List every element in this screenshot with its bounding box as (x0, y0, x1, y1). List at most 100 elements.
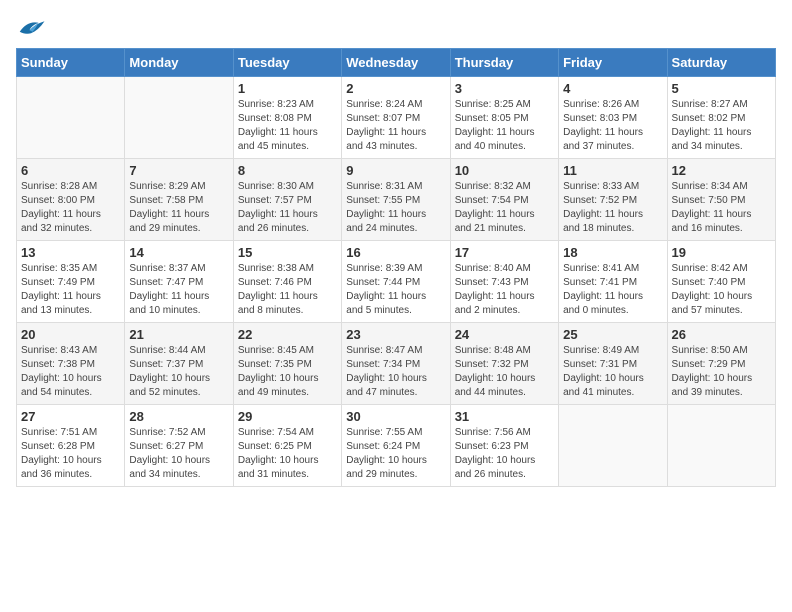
day-number: 7 (129, 163, 228, 178)
day-info: Sunrise: 8:28 AM Sunset: 8:00 PM Dayligh… (21, 180, 120, 236)
calendar-cell: 14 Sunrise: 8:37 AM Sunset: 7:47 PM Dayli… (125, 241, 233, 323)
calendar-cell: 24 Sunrise: 8:48 AM Sunset: 7:32 PM Dayli… (450, 323, 558, 405)
weekday-header-sunday: Sunday (17, 49, 125, 77)
day-number: 17 (455, 245, 554, 260)
day-number: 15 (238, 245, 337, 260)
day-info: Sunrise: 8:30 AM Sunset: 7:57 PM Dayligh… (238, 180, 337, 236)
day-info: Sunrise: 8:31 AM Sunset: 7:55 PM Dayligh… (346, 180, 445, 236)
calendar-cell: 30Sunrise: 7:55 AM Sunset: 6:24 PM Dayli… (342, 405, 450, 487)
calendar-cell: 23 Sunrise: 8:47 AM Sunset: 7:34 PM Dayli… (342, 323, 450, 405)
calendar-cell: 21 Sunrise: 8:44 AM Sunset: 7:37 PM Dayli… (125, 323, 233, 405)
day-number: 30 (346, 409, 445, 424)
calendar-cell: 10Sunrise: 8:32 AM Sunset: 7:54 PM Dayli… (450, 159, 558, 241)
day-number: 10 (455, 163, 554, 178)
logo (16, 16, 50, 40)
calendar-cell: 18 Sunrise: 8:41 AM Sunset: 7:41 PM Dayli… (559, 241, 667, 323)
weekday-header-thursday: Thursday (450, 49, 558, 77)
calendar-cell: 25 Sunrise: 8:49 AM Sunset: 7:31 PM Dayli… (559, 323, 667, 405)
calendar-cell: 11Sunrise: 8:33 AM Sunset: 7:52 PM Dayli… (559, 159, 667, 241)
calendar-week-4: 20 Sunrise: 8:43 AM Sunset: 7:38 PM Dayli… (17, 323, 776, 405)
day-number: 21 (129, 327, 228, 342)
day-info: Sunrise: 8:49 AM Sunset: 7:31 PM Dayligh… (563, 344, 662, 400)
day-number: 14 (129, 245, 228, 260)
day-info: Sunrise: 8:44 AM Sunset: 7:37 PM Dayligh… (129, 344, 228, 400)
calendar-cell: 20 Sunrise: 8:43 AM Sunset: 7:38 PM Dayli… (17, 323, 125, 405)
calendar-cell (17, 77, 125, 159)
weekday-header-tuesday: Tuesday (233, 49, 341, 77)
day-number: 4 (563, 81, 662, 96)
day-number: 28 (129, 409, 228, 424)
day-number: 31 (455, 409, 554, 424)
calendar-cell: 26 Sunrise: 8:50 AM Sunset: 7:29 PM Dayli… (667, 323, 775, 405)
page-header (16, 16, 776, 40)
calendar-cell: 5Sunrise: 8:27 AM Sunset: 8:02 PM Daylig… (667, 77, 775, 159)
day-number: 22 (238, 327, 337, 342)
day-info: Sunrise: 8:35 AM Sunset: 7:49 PM Dayligh… (21, 262, 120, 318)
day-number: 23 (346, 327, 445, 342)
calendar-table: SundayMondayTuesdayWednesdayThursdayFrid… (16, 48, 776, 487)
calendar-cell: 3 Sunrise: 8:25 AM Sunset: 8:05 PM Daylig… (450, 77, 558, 159)
day-number: 3 (455, 81, 554, 96)
day-number: 20 (21, 327, 120, 342)
calendar-cell: 2 Sunrise: 8:24 AM Sunset: 8:07 PM Daylig… (342, 77, 450, 159)
calendar-cell: 22Sunrise: 8:45 AM Sunset: 7:35 PM Dayli… (233, 323, 341, 405)
calendar-cell (667, 405, 775, 487)
calendar-cell: 13 Sunrise: 8:35 AM Sunset: 7:49 PM Dayli… (17, 241, 125, 323)
calendar-cell: 29Sunrise: 7:54 AM Sunset: 6:25 PM Dayli… (233, 405, 341, 487)
day-info: Sunrise: 8:37 AM Sunset: 7:47 PM Dayligh… (129, 262, 228, 318)
day-number: 29 (238, 409, 337, 424)
day-number: 26 (672, 327, 771, 342)
weekday-header-saturday: Saturday (667, 49, 775, 77)
day-info: Sunrise: 8:43 AM Sunset: 7:38 PM Dayligh… (21, 344, 120, 400)
calendar-cell (559, 405, 667, 487)
weekday-header-wednesday: Wednesday (342, 49, 450, 77)
calendar-week-3: 13 Sunrise: 8:35 AM Sunset: 7:49 PM Dayli… (17, 241, 776, 323)
day-number: 13 (21, 245, 120, 260)
day-number: 12 (672, 163, 771, 178)
calendar-cell: 17 Sunrise: 8:40 AM Sunset: 7:43 PM Dayli… (450, 241, 558, 323)
day-number: 8 (238, 163, 337, 178)
day-info: Sunrise: 8:34 AM Sunset: 7:50 PM Dayligh… (672, 180, 771, 236)
day-number: 27 (21, 409, 120, 424)
day-number: 11 (563, 163, 662, 178)
day-info: Sunrise: 8:24 AM Sunset: 8:07 PM Dayligh… (346, 98, 445, 154)
day-info: Sunrise: 8:26 AM Sunset: 8:03 PM Dayligh… (563, 98, 662, 154)
weekday-header-friday: Friday (559, 49, 667, 77)
day-info: Sunrise: 8:40 AM Sunset: 7:43 PM Dayligh… (455, 262, 554, 318)
day-info: Sunrise: 8:29 AM Sunset: 7:58 PM Dayligh… (129, 180, 228, 236)
weekday-header-row: SundayMondayTuesdayWednesdayThursdayFrid… (17, 49, 776, 77)
calendar-cell (125, 77, 233, 159)
day-info: Sunrise: 8:38 AM Sunset: 7:46 PM Dayligh… (238, 262, 337, 318)
day-number: 18 (563, 245, 662, 260)
calendar-week-2: 6 Sunrise: 8:28 AM Sunset: 8:00 PM Daylig… (17, 159, 776, 241)
day-number: 16 (346, 245, 445, 260)
weekday-header-monday: Monday (125, 49, 233, 77)
day-number: 25 (563, 327, 662, 342)
calendar-cell: 16 Sunrise: 8:39 AM Sunset: 7:44 PM Dayli… (342, 241, 450, 323)
day-info: Sunrise: 8:48 AM Sunset: 7:32 PM Dayligh… (455, 344, 554, 400)
calendar-cell: 6 Sunrise: 8:28 AM Sunset: 8:00 PM Daylig… (17, 159, 125, 241)
calendar-cell: 27Sunrise: 7:51 AM Sunset: 6:28 PM Dayli… (17, 405, 125, 487)
day-info: Sunrise: 8:41 AM Sunset: 7:41 PM Dayligh… (563, 262, 662, 318)
calendar-cell: 4 Sunrise: 8:26 AM Sunset: 8:03 PM Daylig… (559, 77, 667, 159)
day-number: 24 (455, 327, 554, 342)
calendar-cell: 7 Sunrise: 8:29 AM Sunset: 7:58 PM Daylig… (125, 159, 233, 241)
calendar-cell: 19Sunrise: 8:42 AM Sunset: 7:40 PM Dayli… (667, 241, 775, 323)
day-number: 6 (21, 163, 120, 178)
calendar-cell: 15 Sunrise: 8:38 AM Sunset: 7:46 PM Dayli… (233, 241, 341, 323)
day-info: Sunrise: 8:47 AM Sunset: 7:34 PM Dayligh… (346, 344, 445, 400)
calendar-cell: 28 Sunrise: 7:52 AM Sunset: 6:27 PM Dayli… (125, 405, 233, 487)
day-number: 5 (672, 81, 771, 96)
calendar-cell: 1Sunrise: 8:23 AM Sunset: 8:08 PM Daylig… (233, 77, 341, 159)
day-info: Sunrise: 7:56 AM Sunset: 6:23 PM Dayligh… (455, 426, 554, 482)
day-info: Sunrise: 7:52 AM Sunset: 6:27 PM Dayligh… (129, 426, 228, 482)
day-number: 2 (346, 81, 445, 96)
calendar-week-5: 27Sunrise: 7:51 AM Sunset: 6:28 PM Dayli… (17, 405, 776, 487)
calendar-cell: 31 Sunrise: 7:56 AM Sunset: 6:23 PM Dayli… (450, 405, 558, 487)
day-info: Sunrise: 8:50 AM Sunset: 7:29 PM Dayligh… (672, 344, 771, 400)
day-info: Sunrise: 8:39 AM Sunset: 7:44 PM Dayligh… (346, 262, 445, 318)
calendar-cell: 9Sunrise: 8:31 AM Sunset: 7:55 PM Daylig… (342, 159, 450, 241)
day-info: Sunrise: 8:25 AM Sunset: 8:05 PM Dayligh… (455, 98, 554, 154)
day-number: 19 (672, 245, 771, 260)
calendar-cell: 8 Sunrise: 8:30 AM Sunset: 7:57 PM Daylig… (233, 159, 341, 241)
